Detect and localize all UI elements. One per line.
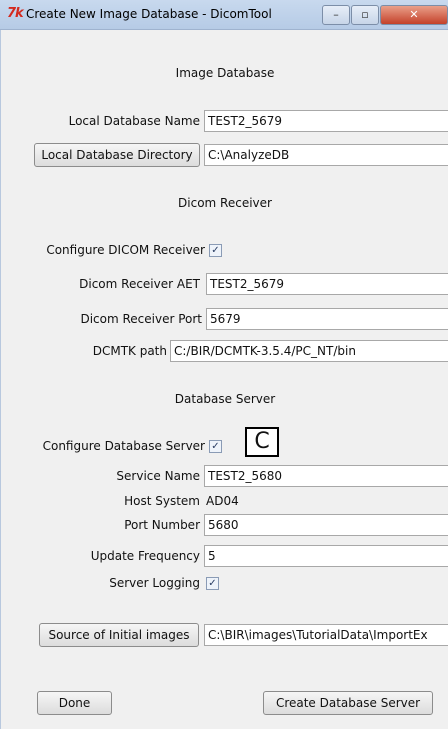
image-database-heading: Image Database xyxy=(175,66,275,80)
service-name-input[interactable]: TEST2_5680 xyxy=(204,465,448,487)
dicom-receiver-port-input[interactable]: 5679 xyxy=(206,308,448,330)
host-system-value: AD04 xyxy=(206,494,239,508)
dicom-receiver-aet-input[interactable]: TEST2_5679 xyxy=(206,273,448,295)
close-button[interactable]: ✕ xyxy=(380,5,448,25)
dialog-body: Image Database Local Database Name TEST2… xyxy=(0,30,448,729)
server-logging-checkbox[interactable]: ✓ xyxy=(206,577,219,590)
dcmtk-path-label: DCMTK path xyxy=(92,344,167,358)
create-database-server-button[interactable]: Create Database Server xyxy=(263,691,433,715)
configure-database-server-checkbox[interactable]: ✓ xyxy=(209,440,222,453)
configure-database-server-label: Configure Database Server xyxy=(42,439,205,453)
dicom-receiver-heading: Dicom Receiver xyxy=(178,196,272,210)
dcmtk-path-input[interactable]: C:/BIR/DCMTK-3.5.4/PC_NT/bin xyxy=(170,340,448,362)
title-bar: 7k Create New Image Database - DicomTool… xyxy=(0,0,448,30)
update-frequency-label: Update Frequency xyxy=(90,549,200,563)
service-name-label: Service Name xyxy=(116,469,200,483)
source-of-initial-images-button[interactable]: Source of Initial images xyxy=(39,623,199,647)
port-number-label: Port Number xyxy=(124,518,200,532)
configure-dicom-receiver-label: Configure DICOM Receiver xyxy=(46,243,205,257)
c-marker-label: C xyxy=(245,427,279,457)
configure-dicom-receiver-checkbox[interactable]: ✓ xyxy=(209,244,222,257)
local-database-directory-button[interactable]: Local Database Directory xyxy=(34,143,200,167)
source-of-initial-images-input[interactable]: C:\BIR\images\TutorialData\ImportEx xyxy=(204,624,448,646)
port-number-input[interactable]: 5680 xyxy=(204,514,448,536)
local-database-directory-input[interactable]: C:\AnalyzeDB xyxy=(204,144,448,166)
server-logging-label: Server Logging xyxy=(109,576,200,590)
window-title: Create New Image Database - DicomTool xyxy=(26,7,272,21)
minimize-button[interactable]: – xyxy=(322,5,350,25)
update-frequency-input[interactable]: 5 xyxy=(204,545,448,567)
dicom-receiver-aet-label: Dicom Receiver AET xyxy=(79,277,200,291)
database-server-heading: Database Server xyxy=(174,392,276,406)
local-database-name-label: Local Database Name xyxy=(68,114,200,128)
tk-logo-icon: 7k xyxy=(7,6,24,21)
local-database-name-input[interactable]: TEST2_5679 xyxy=(204,110,448,132)
host-system-label: Host System xyxy=(124,494,200,508)
dicom-receiver-port-label: Dicom Receiver Port xyxy=(80,312,202,326)
maximize-button[interactable]: ▫ xyxy=(351,5,379,25)
done-button[interactable]: Done xyxy=(37,691,112,715)
